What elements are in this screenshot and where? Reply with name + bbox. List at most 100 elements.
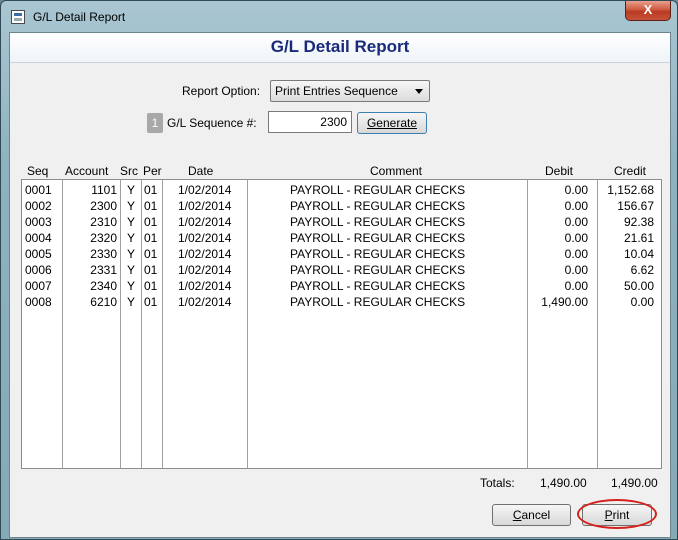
cell-account: 2300 <box>90 199 117 213</box>
cell-comment: PAYROLL - REGULAR CHECKS <box>290 263 466 277</box>
cell-debit: 0.00 <box>564 199 588 213</box>
cell-credit: 6.62 <box>630 263 654 277</box>
window-title: G/L Detail Report <box>33 10 126 24</box>
table-row[interactable]: 0001 1101 Y 01 1/02/2014 PAYROLL - REGULAR CH… <box>22 182 661 198</box>
cell-date: 1/02/2014 <box>178 183 232 197</box>
cell-per: 01 <box>144 183 158 197</box>
entries-grid[interactable]: 0001 1101 Y 01 1/02/2014 PAYROLL - REGULAR CH… <box>21 179 662 469</box>
gl-detail-report-window: G/L Detail Report X G/L Detail Report Re… <box>0 0 678 540</box>
cell-per: 01 <box>144 199 158 213</box>
cell-per: 01 <box>144 215 158 229</box>
cell-src: Y <box>127 199 136 213</box>
cell-src: Y <box>127 231 136 245</box>
cell-credit: 92.38 <box>623 215 654 229</box>
cell-account: 2330 <box>90 247 117 261</box>
column-header-src: Src <box>120 164 138 178</box>
generate-button[interactable]: Generate <box>357 112 427 134</box>
cell-seq: 0003 <box>25 215 52 229</box>
dialog-body: G/L Detail Report Report Option: Print E… <box>9 32 671 538</box>
cell-date: 1/02/2014 <box>178 215 232 229</box>
cell-per: 01 <box>144 231 158 245</box>
cell-comment: PAYROLL - REGULAR CHECKS <box>290 295 466 309</box>
cell-date: 1/02/2014 <box>178 247 232 261</box>
cell-seq: 0001 <box>25 183 52 197</box>
cell-per: 01 <box>144 279 158 293</box>
print-highlight-ring <box>577 499 657 529</box>
column-header-debit: Debit <box>545 164 574 178</box>
column-header-per: Per <box>143 164 162 178</box>
column-header-account: Account <box>65 164 109 178</box>
table-row[interactable]: 0008 6210 Y 01 1/02/2014 PAYROLL - REGULAR CH… <box>22 294 661 310</box>
report-heading: G/L Detail Report <box>270 37 410 56</box>
dropdown-arrow-icon <box>415 89 423 94</box>
report-option-value: Print Entries Sequence <box>275 84 398 98</box>
cell-account: 2340 <box>90 279 117 293</box>
cell-date: 1/02/2014 <box>178 263 232 277</box>
report-option-dropdown[interactable]: Print Entries Sequence <box>270 80 430 102</box>
cell-comment: PAYROLL - REGULAR CHECKS <box>290 215 466 229</box>
sequence-label: G/L Sequence #: <box>167 116 257 130</box>
cell-debit: 0.00 <box>564 183 588 197</box>
cell-seq: 0007 <box>25 279 52 293</box>
cell-debit: 1,490.00 <box>541 295 588 309</box>
table-row[interactable]: 0006 2331 Y 01 1/02/2014 PAYROLL - REGULAR CH… <box>22 262 661 278</box>
header-band: G/L Detail Report <box>10 33 670 63</box>
cell-comment: PAYROLL - REGULAR CHECKS <box>290 183 466 197</box>
title-bar[interactable]: G/L Detail Report X <box>1 1 677 33</box>
sequence-badge: 1 <box>147 113 163 133</box>
cell-credit: 0.00 <box>630 295 654 309</box>
column-header-comment: Comment <box>370 164 423 178</box>
cell-credit: 156.67 <box>617 199 654 213</box>
cell-seq: 0005 <box>25 247 52 261</box>
column-header-date: Date <box>188 164 214 178</box>
report-option-label: Report Option: <box>182 84 261 98</box>
cell-debit: 0.00 <box>564 279 588 293</box>
sequence-input[interactable]: 2300 <box>268 111 352 133</box>
table-row[interactable]: 0004 2320 Y 01 1/02/2014 PAYROLL - REGULAR CH… <box>22 230 661 246</box>
totals-label: Totals: <box>480 476 515 490</box>
cell-seq: 0002 <box>25 199 52 213</box>
cell-src: Y <box>127 295 136 309</box>
cell-account: 2331 <box>90 263 117 277</box>
cell-seq: 0006 <box>25 263 52 277</box>
table-row[interactable]: 0002 2300 Y 01 1/02/2014 PAYROLL - REGULAR CH… <box>22 198 661 214</box>
app-icon <box>11 10 25 24</box>
cell-debit: 0.00 <box>564 231 588 245</box>
close-button[interactable]: X <box>625 1 671 21</box>
cell-src: Y <box>127 263 136 277</box>
cell-date: 1/02/2014 <box>178 231 232 245</box>
cell-debit: 0.00 <box>564 263 588 277</box>
total-credit: 1,490.00 <box>611 476 658 490</box>
cell-credit: 1,152.68 <box>607 183 654 197</box>
cell-src: Y <box>127 247 136 261</box>
table-row[interactable]: 0005 2330 Y 01 1/02/2014 PAYROLL - REGULAR CH… <box>22 246 661 262</box>
cell-date: 1/02/2014 <box>178 199 232 213</box>
cell-comment: PAYROLL - REGULAR CHECKS <box>290 231 466 245</box>
table-row[interactable]: 0003 2310 Y 01 1/02/2014 PAYROLL - REGULAR CH… <box>22 214 661 230</box>
column-header-credit: Credit <box>614 164 647 178</box>
cancel-label: ancel <box>521 508 551 522</box>
cell-comment: PAYROLL - REGULAR CHECKS <box>290 199 466 213</box>
cell-src: Y <box>127 215 136 229</box>
cell-credit: 21.61 <box>623 231 654 245</box>
cell-comment: PAYROLL - REGULAR CHECKS <box>290 279 466 293</box>
cell-seq: 0008 <box>25 295 52 309</box>
cell-per: 01 <box>144 247 158 261</box>
column-header-seq: Seq <box>27 164 49 178</box>
cell-src: Y <box>127 183 136 197</box>
cancel-button[interactable]: Cancel <box>492 504 571 526</box>
cell-debit: 0.00 <box>564 247 588 261</box>
cell-account: 6210 <box>90 295 117 309</box>
cell-seq: 0004 <box>25 231 52 245</box>
table-row[interactable]: 0007 2340 Y 01 1/02/2014 PAYROLL - REGULAR CH… <box>22 278 661 294</box>
cell-date: 1/02/2014 <box>178 295 232 309</box>
cell-debit: 0.00 <box>564 215 588 229</box>
cell-account: 2320 <box>90 231 117 245</box>
cell-per: 01 <box>144 263 158 277</box>
cell-comment: PAYROLL - REGULAR CHECKS <box>290 247 466 261</box>
cell-src: Y <box>127 279 136 293</box>
cell-date: 1/02/2014 <box>178 279 232 293</box>
total-debit: 1,490.00 <box>540 476 587 490</box>
cell-credit: 10.04 <box>623 247 654 261</box>
cell-account: 2310 <box>90 215 117 229</box>
